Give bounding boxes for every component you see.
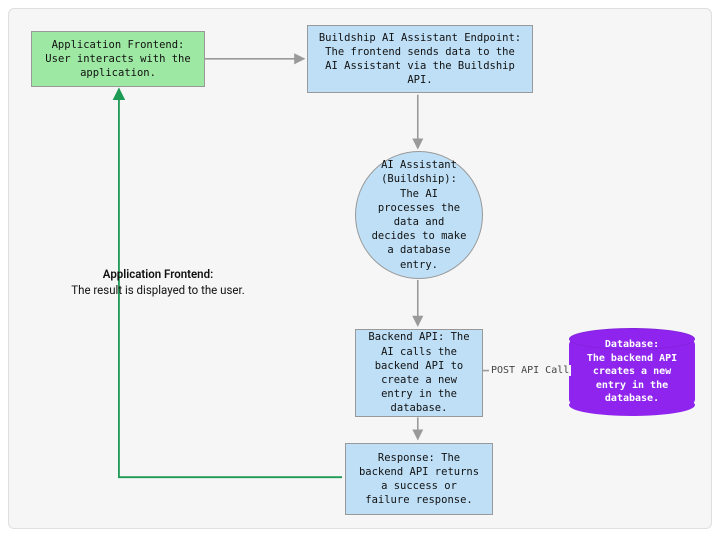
node-database-title: Database:	[605, 339, 659, 350]
label-post-api-call: POST API Call	[489, 365, 571, 376]
node-backend-title: Backend API:	[368, 331, 444, 343]
label-display-result: Application Frontend: The result is disp…	[33, 267, 283, 298]
node-backend-body: The AI calls the backend API to create a…	[375, 331, 470, 414]
node-backend: Backend API: The AI calls the backend AP…	[355, 329, 483, 417]
node-frontend-title: Application Frontend:	[52, 39, 185, 51]
node-database-body: The backend API creates a new entry in t…	[587, 353, 677, 405]
node-response: Response: The backend API returns a succ…	[345, 443, 493, 515]
node-endpoint-title: Buildship AI Assistant Endpoint:	[319, 32, 521, 44]
node-frontend-body: User interacts with the application.	[45, 53, 190, 79]
node-endpoint: Buildship AI Assistant Endpoint: The fro…	[307, 25, 533, 93]
node-assistant-title: AI Assistant (Buildship):	[381, 159, 457, 185]
node-response-title: Response:	[378, 452, 435, 464]
node-assistant: AI Assistant (Buildship): The AI process…	[355, 151, 483, 279]
node-assistant-body: The AI processes the data and decides to…	[372, 188, 467, 271]
node-database: Database: The backend API creates a new …	[569, 339, 695, 405]
diagram-canvas: Application Frontend: User interacts wit…	[8, 8, 712, 529]
label-display-result-title: Application Frontend:	[33, 267, 283, 283]
node-frontend: Application Frontend: User interacts wit…	[31, 31, 205, 87]
label-display-result-body: The result is displayed to the user.	[33, 283, 283, 299]
node-endpoint-body: The frontend sends data to the AI Assist…	[325, 46, 515, 86]
